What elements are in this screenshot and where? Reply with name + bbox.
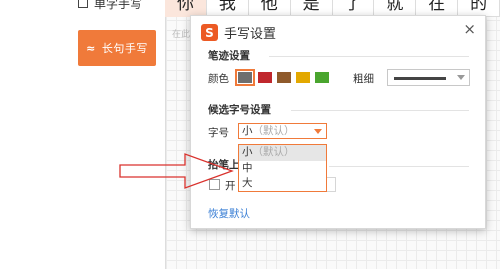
pickup-checkbox[interactable] bbox=[209, 179, 220, 190]
color-swatch-gray[interactable] bbox=[235, 69, 255, 86]
size-option-large[interactable]: 大 bbox=[239, 176, 326, 192]
sogou-logo-icon: S bbox=[201, 24, 218, 41]
restore-default-link[interactable]: 恢复默认 bbox=[208, 206, 250, 221]
single-hand-label: 单字手写 bbox=[94, 0, 143, 11]
close-icon[interactable]: × bbox=[463, 20, 476, 38]
single-hand-tab[interactable]: 单字手写 bbox=[78, 0, 142, 13]
chevron-down-icon bbox=[314, 129, 322, 134]
color-label: 颜色 bbox=[208, 73, 229, 85]
dialog-title: 手写设置 bbox=[224, 27, 277, 42]
size-selected-note: （默认） bbox=[252, 125, 295, 137]
size-selected-value: 小 bbox=[242, 125, 253, 137]
size-option-medium[interactable]: 中 bbox=[239, 161, 326, 177]
pickup-section-title: 抬笔上 bbox=[208, 159, 240, 171]
divider bbox=[269, 56, 469, 57]
candidate-section-title: 候选字号设置 bbox=[208, 104, 271, 116]
chevron-down-icon bbox=[457, 75, 465, 80]
size-label: 字号 bbox=[208, 127, 229, 139]
thickness-label: 粗细 bbox=[353, 73, 374, 85]
font-size-dropdown: 小（默认） 中 大 bbox=[238, 144, 327, 192]
color-swatch-yellow[interactable] bbox=[296, 72, 310, 83]
handwriting-settings-dialog: S 手写设置 × 笔迹设置 颜色 粗细 候选字号设置 字号 小（默认） 抬笔上 … bbox=[190, 15, 486, 229]
option-note: （默认） bbox=[252, 146, 295, 158]
canvas-hint: 在此 bbox=[172, 30, 191, 40]
dialog-title-bar: S 手写设置 bbox=[201, 23, 276, 42]
divider bbox=[329, 166, 469, 167]
stroke-section-title: 笔迹设置 bbox=[208, 50, 250, 62]
color-swatch-brown[interactable] bbox=[277, 72, 291, 83]
thickness-preview bbox=[394, 77, 446, 80]
single-hand-icon bbox=[78, 0, 88, 8]
size-option-small[interactable]: 小（默认） bbox=[239, 145, 326, 161]
option-label: 中 bbox=[242, 161, 253, 174]
divider bbox=[291, 110, 469, 111]
longhand-button[interactable]: ≈ 长句手写 bbox=[78, 30, 156, 66]
color-swatch-red[interactable] bbox=[258, 72, 272, 83]
color-swatch-green[interactable] bbox=[315, 72, 329, 83]
checkbox-label: 开 bbox=[225, 180, 236, 192]
option-label: 小 bbox=[242, 146, 253, 158]
longhand-label: 长句手写 bbox=[101, 42, 148, 55]
font-size-select[interactable]: 小（默认） bbox=[238, 123, 327, 139]
longhand-icon: ≈ bbox=[86, 41, 96, 55]
thickness-select[interactable] bbox=[387, 69, 470, 86]
option-label: 大 bbox=[242, 177, 253, 189]
